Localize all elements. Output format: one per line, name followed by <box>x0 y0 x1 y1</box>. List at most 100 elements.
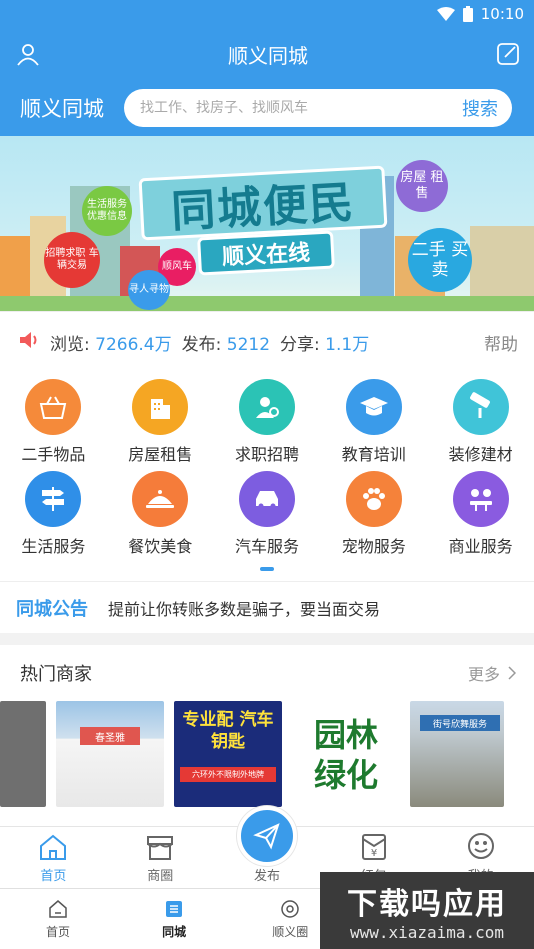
category-item[interactable]: 二手物品 <box>0 379 107 465</box>
share-label: 分享: <box>280 335 320 355</box>
svg-text:¥: ¥ <box>371 848 377 859</box>
status-bar: 10:10 <box>0 0 534 28</box>
red-envelope-icon: ¥ <box>361 834 386 860</box>
category-label: 二手物品 <box>21 445 86 464</box>
category-item[interactable]: 餐饮美食 <box>107 471 214 557</box>
stats-bar: 浏览: 7266.4万 发布: 5212 分享: 1.1万 帮助 <box>0 311 534 373</box>
user-icon[interactable] <box>14 40 42 68</box>
category-label: 求职招聘 <box>234 445 299 464</box>
merchant-sign: 专业配 汽车钥匙 <box>182 710 274 753</box>
sysnav-circle-label: 顺义圈 <box>272 924 309 939</box>
category-item[interactable]: 生活服务 <box>0 471 107 557</box>
nav-home[interactable]: 首页 <box>0 827 107 888</box>
category-label: 汽车服务 <box>234 537 299 556</box>
chevron-right-icon <box>508 666 516 680</box>
browse-value: 7266.4万 <box>95 335 172 355</box>
category-label: 宠物服务 <box>341 537 406 556</box>
nav-home-label: 首页 <box>40 869 67 884</box>
announcement-text: 提前让你转账多数是骗子，要当面交易 <box>108 599 381 619</box>
merchant-card[interactable]: 街号欣舞服务 <box>410 701 504 807</box>
more-label: 更多 <box>467 665 500 684</box>
search-button[interactable]: 搜索 <box>462 95 498 121</box>
speaker-icon <box>18 330 40 355</box>
publish-button[interactable] <box>237 806 297 866</box>
person-search-icon <box>238 379 295 435</box>
search-bar: 顺义同城 搜索 <box>0 80 534 136</box>
nav-publish-label: 发布 <box>253 869 280 884</box>
category-label: 房屋租售 <box>128 445 193 464</box>
search-box[interactable]: 搜索 <box>124 89 512 127</box>
announcement-bar[interactable]: 同城公告 提前让你转账多数是骗子，要当面交易 <box>0 581 534 633</box>
basket-icon <box>25 379 82 435</box>
category-label: 生活服务 <box>21 537 86 556</box>
banner-subtitle: 顺义在线 <box>197 230 335 276</box>
list-icon <box>166 900 183 917</box>
city-name[interactable]: 顺义同城 <box>20 93 104 123</box>
page-indicator <box>0 567 534 573</box>
help-link[interactable]: 帮助 <box>484 330 518 355</box>
signpost-icon <box>25 471 82 527</box>
nav-circle[interactable]: 商圈 <box>107 827 214 888</box>
category-item[interactable]: 求职招聘 <box>214 379 321 465</box>
watermark-title: 下载吗应用 <box>347 887 507 922</box>
publish-label: 发布: <box>181 335 222 355</box>
home-outline-icon <box>49 899 67 918</box>
banner-bubble: 寻人寻物 <box>128 270 170 310</box>
section-divider <box>0 633 534 645</box>
watermark-url: www.xiazaima.com <box>349 923 505 942</box>
category-label: 商业服务 <box>448 537 513 556</box>
circle-icon <box>281 899 299 918</box>
merchant-sign: 园林 绿化 <box>313 716 378 794</box>
banner-bubble: 生活服务 优惠信息 <box>82 186 132 236</box>
share-value: 1.1万 <box>325 335 370 355</box>
announcement-tag: 同城公告 <box>16 598 88 620</box>
sysnav-city-label: 同城 <box>162 924 187 939</box>
banner-bubble: 招聘求职 车辆交易 <box>44 232 100 288</box>
building-icon <box>132 379 189 435</box>
status-time: 10:10 <box>480 5 524 23</box>
category-grid: 二手物品 房屋租售 求职招聘 教育培训 装修建材生活服务 餐饮美食 汽车服务 宠物服务 商业服务 <box>0 373 534 567</box>
category-label: 装修建材 <box>448 445 513 464</box>
shop-icon <box>147 836 174 860</box>
category-label: 餐饮美食 <box>128 537 193 556</box>
paw-icon <box>345 471 402 527</box>
merchant-card[interactable]: 园林 绿化 <box>292 701 400 807</box>
paint-roller-icon <box>452 379 509 435</box>
edit-icon[interactable] <box>494 40 522 68</box>
category-item[interactable]: 教育培训 <box>320 379 427 465</box>
banner-bubble: 房屋 租售 <box>396 160 448 212</box>
meeting-icon <box>452 471 509 527</box>
home-icon <box>40 834 67 860</box>
merchant-card[interactable]: 专业配 汽车钥匙 六环外不限制外地牌 <box>174 701 282 807</box>
publish-value: 5212 <box>226 335 271 355</box>
category-item[interactable]: 宠物服务 <box>320 471 427 557</box>
car-icon <box>238 471 295 527</box>
watermark: 下载吗应用 www.xiazaima.com <box>320 872 534 949</box>
category-item[interactable]: 汽车服务 <box>214 471 321 557</box>
browse-label: 浏览: <box>50 335 90 355</box>
food-tray-icon <box>132 471 189 527</box>
hot-merchants-title: 热门商家 <box>20 664 92 685</box>
sysnav-city[interactable]: 同城 <box>116 889 232 949</box>
paper-plane-icon <box>253 823 280 850</box>
merchant-subtext: 六环外不限制外地牌 <box>180 767 276 782</box>
sysnav-home-label: 首页 <box>46 924 71 939</box>
promo-banner[interactable]: 同城便民 顺义在线 生活服务 优惠信息 招聘求职 车辆交易 顺风车 寻人寻物 房… <box>0 136 534 311</box>
nav-circle-label: 商圈 <box>147 869 174 884</box>
search-input[interactable] <box>140 100 462 116</box>
graduation-cap-icon <box>345 379 402 435</box>
merchant-sign: 春圣雅 <box>80 727 140 745</box>
page-title: 顺义同城 <box>228 43 308 68</box>
category-item[interactable]: 商业服务 <box>427 471 534 557</box>
category-item[interactable]: 装修建材 <box>427 379 534 465</box>
category-label: 教育培训 <box>341 445 406 464</box>
merchant-card[interactable] <box>0 701 46 807</box>
sysnav-home[interactable]: 首页 <box>0 889 116 949</box>
merchant-sign: 街号欣舞服务 <box>420 715 500 731</box>
more-link[interactable]: 更多 <box>468 661 516 685</box>
merchant-list: 春圣雅 专业配 汽车钥匙 六环外不限制外地牌 园林 绿化 街号欣舞服务 <box>0 701 534 809</box>
category-item[interactable]: 房屋租售 <box>107 379 214 465</box>
smile-icon <box>467 833 494 859</box>
wifi-icon <box>436 7 455 21</box>
merchant-card[interactable]: 春圣雅 <box>56 701 164 807</box>
